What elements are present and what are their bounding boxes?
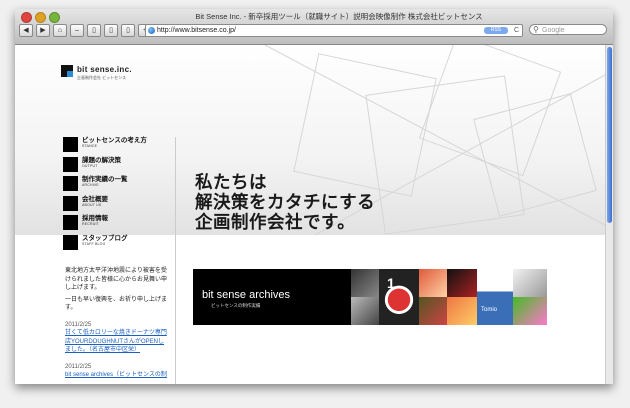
nav-text: 採用情報 RECRUIT [82, 215, 108, 226]
browser-window: Bit Sense Inc. - 新卒採用ツール（就職サイト）説明会映像制作 株… [15, 9, 613, 384]
main-nav: ビットセンスの考え方 STANCE 課題の解決策 OUTPUT 制作実績の一覧 … [63, 137, 147, 254]
url-text[interactable]: http://www.bitsense.co.jp/ [157, 25, 236, 36]
reader-button[interactable]: ▯ [121, 24, 135, 37]
close-window-button[interactable] [21, 12, 32, 23]
rss-badge[interactable]: RSS [484, 27, 508, 34]
nav-label: 会社概要 [82, 195, 108, 203]
logo-icon [61, 65, 73, 77]
thumbnail[interactable] [419, 269, 447, 297]
thumbnail[interactable]: Tomio [477, 269, 513, 325]
thumbnail[interactable] [351, 297, 379, 325]
nav-label: 課題の解決策 [82, 156, 121, 164]
thumbnail-label: Tomio [481, 307, 498, 313]
thumbnail[interactable] [447, 297, 477, 325]
zoom-window-button[interactable] [49, 12, 60, 23]
thumbnail[interactable]: 1 [379, 269, 419, 325]
thumbnail-number: 1 [387, 275, 395, 291]
nav-square-icon [63, 234, 78, 250]
logo-text: bit sense.inc. 企画制作会社 ビットセンス [77, 65, 132, 81]
news-notice-2: 一日も早い復興を、お祈り申し上げます。 [65, 296, 168, 312]
nav-text: 制作実績の一覧 ARCHIVE [82, 176, 128, 187]
nav-sub: OUTPUT [82, 163, 98, 168]
banner-subtitle: ビットセンスの制作実績 [211, 303, 261, 308]
nav-label: 制作実績の一覧 [82, 176, 128, 183]
nav-item-archive[interactable]: 制作実績の一覧 ARCHIVE [63, 176, 147, 195]
back-button[interactable]: ◀ [19, 24, 33, 37]
nav-sub: STAFF BLOG [82, 241, 106, 246]
page-button[interactable]: ▯ [87, 24, 101, 37]
minimize-window-button[interactable] [35, 12, 46, 23]
archives-banner[interactable]: bit sense archives ビットセンスの制作実績 [193, 269, 351, 325]
forward-button[interactable]: ▶ [36, 24, 50, 37]
column-divider [175, 137, 176, 384]
nav-sub: ARCHIVE [82, 183, 99, 187]
banner-title: bit sense archives [202, 289, 291, 301]
archive-thumbnails[interactable]: 1 Tomio [351, 269, 547, 325]
nav-sub: RECRUIT [82, 222, 99, 226]
nav-item-about[interactable]: 会社概要 ABOUT US [63, 195, 147, 215]
nav-sub: STANCE [82, 144, 98, 148]
nav-label: 採用情報 [82, 215, 108, 222]
nav-item-output[interactable]: 課題の解決策 OUTPUT [63, 156, 147, 176]
nav-text: 課題の解決策 OUTPUT [82, 157, 121, 168]
catch-line: 解決策をカタチにする [195, 192, 376, 212]
nav-square-icon [63, 215, 78, 230]
window-title: Bit Sense Inc. - 新卒採用ツール（就職サイト）説明会映像制作 株… [195, 12, 483, 21]
title-bar: Bit Sense Inc. - 新卒採用ツール（就職サイト）説明会映像制作 株… [15, 9, 613, 45]
search-placeholder: Google [542, 27, 565, 34]
thumbnail[interactable] [351, 269, 379, 297]
nav-sub: ABOUT US [82, 202, 102, 207]
catch-line: 私たちは [195, 172, 267, 192]
news-column: 東北地方太平洋沖地震により被害を受けられました皆様に心からお見舞い申し上げます。… [65, 267, 169, 380]
nav-item-blog[interactable]: スタッフブログ STAFF BLOG [63, 234, 147, 254]
nav-text: スタッフブログ STAFF BLOG [82, 235, 128, 246]
scrollbar-thumb[interactable] [607, 47, 612, 223]
window-controls [21, 12, 60, 23]
logo-sub-text: 企画制作会社 ビットセンス [77, 75, 127, 80]
nav-square-icon [63, 156, 78, 172]
nav-label: ビットセンスの考え方 [82, 137, 147, 144]
hero-catchphrase: 私たちは 解決策をカタチにする 企画制作会社です。 [195, 172, 375, 232]
bookmark-button[interactable]: ▯ [104, 24, 118, 37]
vertical-scrollbar[interactable] [605, 45, 613, 384]
globe-icon [148, 27, 155, 34]
site-logo[interactable]: bit sense.inc. 企画制作会社 ビットセンス [61, 65, 132, 81]
thumbnail[interactable] [513, 269, 547, 297]
search-icon: ⚲ [533, 25, 539, 34]
nav-square-icon [63, 176, 78, 191]
news-link[interactable]: bit sense archives（ビットセンスの制 [65, 371, 169, 380]
address-bar[interactable]: http://www.bitsense.co.jp/ RSS C [145, 24, 523, 37]
reload-icon[interactable]: C [514, 25, 519, 36]
nav-square-icon [63, 137, 78, 152]
search-field[interactable]: ⚲ Google [529, 24, 607, 35]
logo-main-text: bit sense.inc. [77, 65, 132, 74]
news-notice: 東北地方太平洋沖地震により被害を受けられました皆様に心からお見舞い申し上げます。 [65, 268, 168, 291]
news-date: 2011/2/25 [65, 321, 92, 328]
text-smaller-button[interactable]: – [70, 24, 84, 37]
news-date: 2011/2/25 [65, 363, 92, 370]
nav-text: 会社概要 ABOUT US [82, 196, 108, 207]
home-button[interactable]: ⌂ [53, 24, 67, 37]
nav-item-recruit[interactable]: 採用情報 RECRUIT [63, 215, 147, 234]
nav-square-icon [63, 195, 78, 211]
thumbnail[interactable] [419, 297, 447, 325]
thumbnail[interactable] [447, 269, 477, 297]
thumbnail[interactable] [513, 297, 547, 325]
page-content: bit sense.inc. 企画制作会社 ビットセンス ビットセンスの考え方 … [15, 45, 605, 384]
news-link[interactable]: 甘くて低カロリーな焼きドーナツ専門店YOURDOUGHNUTさんがOPENしまし… [65, 329, 169, 355]
nav-item-stance[interactable]: ビットセンスの考え方 STANCE [63, 137, 147, 156]
nav-label: スタッフブログ [82, 234, 128, 242]
browser-toolbar: ◀ ▶ ⌂ – ▯ ▯ ▯ + [19, 23, 152, 38]
catch-line: 企画制作会社です。 [195, 212, 356, 232]
nav-text: ビットセンスの考え方 STANCE [82, 137, 147, 148]
